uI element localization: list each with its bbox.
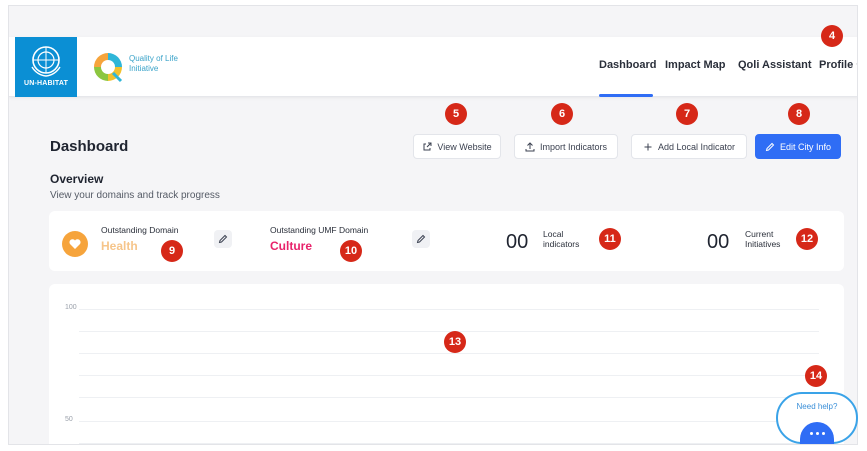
outstanding-domain-value: Health [101, 239, 138, 253]
import-indicators-button[interactable]: Import Indicators [514, 134, 618, 159]
marker-10: 10 [340, 240, 362, 262]
nav-profile-label: Profile [819, 59, 854, 71]
marker-9: 9 [161, 240, 183, 262]
marker-5: 5 [445, 103, 467, 125]
top-navbar: UN-HABITAT Quality of Life Initiative Da… [9, 37, 857, 97]
marker-6: 6 [551, 103, 573, 125]
nav-impact-map[interactable]: Impact Map [665, 59, 726, 71]
pencil-icon [218, 234, 228, 244]
view-website-label: View Website [437, 141, 492, 152]
plus-icon [644, 143, 652, 150]
overview-title: Overview [50, 172, 104, 186]
marker-13: 13 [444, 331, 466, 353]
y-tick-100: 100 [65, 304, 77, 311]
grid-line [79, 353, 819, 354]
progress-chart: 100 50 [49, 284, 844, 444]
add-local-indicator-button[interactable]: Add Local Indicator [631, 134, 747, 159]
external-link-icon [423, 142, 432, 150]
marker-7: 7 [676, 103, 698, 125]
grid-line [79, 421, 819, 422]
edit-umf-domain-button[interactable] [412, 230, 430, 248]
nav-qoli-assistant[interactable]: Qoli Assistant [738, 59, 812, 71]
un-logo-text: UN-HABITAT [23, 80, 69, 87]
upload-icon [525, 141, 535, 151]
import-indicators-label: Import Indicators [539, 141, 608, 152]
un-habitat-logo[interactable]: UN-HABITAT [15, 37, 77, 97]
marker-11: 11 [599, 228, 621, 250]
outstanding-domain-label: Outstanding Domain [101, 225, 179, 235]
page-title: Dashboard [50, 138, 129, 155]
current-initiatives-label: Current Initiatives [745, 229, 781, 249]
pencil-icon [765, 142, 775, 151]
grid-line [79, 397, 819, 398]
marker-14: 14 [805, 365, 827, 387]
marker-8: 8 [788, 103, 810, 125]
view-website-button[interactable]: View Website [413, 134, 501, 159]
grid-line [79, 309, 819, 310]
chat-icon[interactable] [800, 422, 834, 444]
heart-icon [62, 231, 88, 257]
grid-line [79, 443, 819, 444]
un-emblem-icon [31, 46, 61, 77]
need-help-widget[interactable]: Need help? [776, 392, 858, 444]
outstanding-umf-domain-value: Culture [270, 239, 312, 253]
current-initiatives-count: 00 [707, 231, 730, 253]
local-indicators-count: 00 [506, 231, 529, 253]
chevron-down-icon [856, 63, 857, 65]
qol-logo-icon [94, 53, 123, 83]
add-local-indicator-label: Add Local Indicator [657, 141, 736, 152]
grid-line [79, 375, 819, 376]
nav-active-indicator [599, 94, 653, 97]
overview-subtitle: View your domains and track progress [50, 190, 220, 201]
edit-city-info-label: Edit City Info [779, 141, 832, 152]
edit-domain-button[interactable] [214, 230, 232, 248]
need-help-label: Need help? [796, 402, 838, 411]
edit-city-info-button[interactable]: Edit City Info [755, 134, 841, 159]
app-window: UN-HABITAT Quality of Life Initiative Da… [8, 5, 858, 445]
qol-logo-text: Quality of Life Initiative [129, 54, 199, 74]
marker-12: 12 [796, 228, 818, 250]
qol-logo-line2: Initiative [129, 64, 159, 73]
outstanding-umf-domain-label: Outstanding UMF Domain [270, 225, 369, 235]
nav-dashboard[interactable]: Dashboard [599, 59, 656, 71]
nav-profile[interactable]: Profile [819, 59, 857, 71]
marker-4: 4 [821, 25, 843, 47]
qol-logo-line1: Quality of Life [129, 54, 178, 63]
pencil-icon [416, 234, 426, 244]
local-indicators-label: Local indicators [543, 229, 580, 249]
y-tick-50: 50 [65, 416, 73, 423]
